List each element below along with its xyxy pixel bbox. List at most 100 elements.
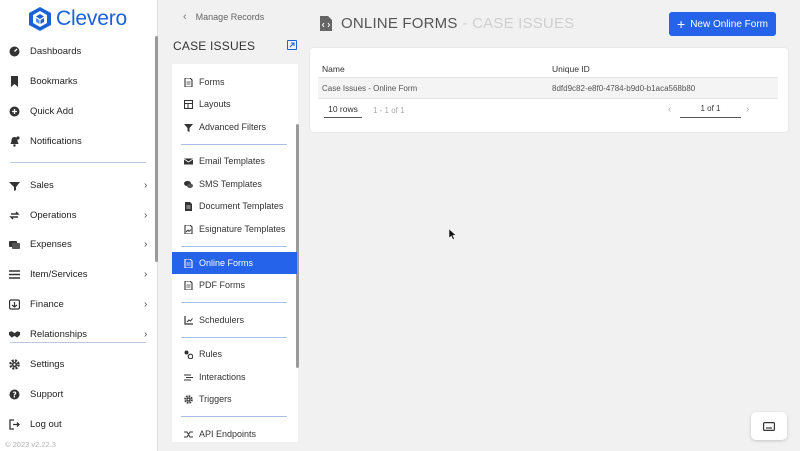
brand-logo[interactable]: Clevero — [28, 4, 127, 34]
menu-item-schedulers[interactable]: Schedulers — [172, 309, 297, 331]
shuffle-icon — [184, 431, 193, 437]
brand-name: Clevero — [56, 7, 127, 30]
nav-item-item-services[interactable]: Item/Services › — [0, 261, 156, 287]
document-icon — [184, 77, 193, 87]
menu-item-label: Triggers — [199, 394, 232, 404]
nav-item-label: Notifications — [30, 135, 82, 147]
menu-item-triggers[interactable]: Triggers — [172, 388, 297, 410]
rows-per-page-select[interactable]: 10 rows — [324, 104, 362, 118]
nav-item-label: Relationships — [30, 328, 88, 340]
menu-divider — [181, 302, 287, 303]
nav-item-logout[interactable]: Log out — [0, 411, 156, 437]
nav-item-label: Operations — [30, 209, 77, 221]
section-title: CASE ISSUES — [173, 39, 256, 53]
nav-item-relationships[interactable]: Relationships › — [0, 321, 156, 347]
cube-logo-icon — [29, 7, 51, 31]
svg-text:?: ? — [12, 390, 16, 399]
mouse-cursor-icon — [449, 229, 457, 240]
keyboard-icon — [763, 421, 775, 431]
menu-item-esignature-templates[interactable]: Esignature Templates — [172, 218, 297, 240]
menu-item-label: PDF Forms — [199, 280, 245, 290]
filter-icon — [184, 123, 193, 132]
menu-item-advanced-filters[interactable]: Advanced Filters — [172, 116, 297, 138]
page-subtitle-text: - CASE ISSUES — [462, 15, 575, 32]
nav-divider — [10, 342, 146, 343]
column-header-unique-id[interactable]: Unique ID — [552, 64, 590, 74]
menu-item-api-endpoints[interactable]: API Endpoints — [172, 423, 297, 445]
keyboard-shortcuts-button[interactable] — [751, 412, 787, 440]
nav-item-quick-add[interactable]: Quick Add — [0, 98, 156, 124]
nav-item-label: Support — [30, 388, 64, 400]
menu-item-sms-templates[interactable]: SMS Templates — [172, 173, 297, 195]
chevron-right-icon: › — [144, 298, 148, 310]
menu-item-label: Esignature Templates — [199, 224, 286, 234]
handshake-icon — [9, 329, 20, 340]
sales-icon — [9, 180, 20, 191]
menu-divider — [181, 246, 287, 247]
nav-item-dashboards[interactable]: Dashboards — [0, 38, 156, 64]
document-icon — [185, 201, 192, 211]
menu-item-online-forms[interactable]: Online Forms — [172, 252, 297, 274]
help-icon: ? — [9, 389, 20, 400]
menu-item-pdf-forms[interactable]: PDF Forms — [172, 274, 297, 296]
finance-icon — [9, 298, 20, 310]
nav-item-operations[interactable]: Operations › — [0, 202, 156, 228]
gear-icon — [184, 394, 193, 404]
menu-item-document-templates[interactable]: Document Templates — [172, 195, 297, 217]
list-icon — [9, 269, 20, 280]
nav-item-sales[interactable]: Sales › — [0, 172, 156, 198]
open-external-icon[interactable] — [287, 40, 297, 50]
menu-item-label: Rules — [199, 349, 223, 359]
chat-icon — [184, 180, 193, 188]
chevron-right-icon: › — [144, 328, 148, 340]
menu-divider — [181, 337, 287, 338]
nav-item-bookmarks[interactable]: Bookmarks — [0, 68, 156, 94]
menu-item-email-templates[interactable]: Email Templates — [172, 150, 297, 172]
pagination-range: 1 - 1 of 1 — [373, 106, 405, 115]
nav-divider — [10, 162, 146, 163]
nav-item-settings[interactable]: Settings — [0, 351, 156, 377]
next-page-icon[interactable]: › — [746, 104, 749, 115]
menu-item-forms[interactable]: Forms — [172, 71, 297, 93]
menu-item-layouts[interactable]: Layouts — [172, 93, 297, 115]
new-online-form-button[interactable]: + New Online Form — [669, 12, 776, 36]
menu-item-label: Online Forms — [199, 258, 254, 268]
logout-icon — [9, 418, 20, 430]
prev-page-icon[interactable]: ‹ — [668, 104, 671, 115]
nav-item-notifications[interactable]: Notifications — [0, 128, 156, 154]
breadcrumb-back-link[interactable]: ‹ Manage Records — [183, 11, 264, 23]
operations-icon — [9, 210, 20, 221]
menu-divider — [181, 416, 287, 417]
page-title-text: ONLINE FORMS — [341, 15, 458, 32]
menu-item-label: SMS Templates — [199, 179, 262, 189]
document-icon — [184, 280, 193, 290]
nav-item-label: Expenses — [30, 238, 72, 250]
menu-item-label: Interactions — [199, 372, 246, 382]
nav-item-label: Log out — [30, 418, 62, 430]
menu-item-interactions[interactable]: Interactions — [172, 366, 297, 388]
chevron-right-icon: › — [144, 238, 148, 250]
email-icon — [184, 158, 193, 164]
column-header-name[interactable]: Name — [322, 64, 345, 74]
nav-item-label: Bookmarks — [30, 75, 78, 87]
left-navigation: Clevero Dashboards Bookmarks Quick Add N… — [0, 0, 158, 451]
menu-item-label: Schedulers — [199, 315, 245, 325]
scheduler-icon — [184, 315, 193, 325]
page-indicator[interactable]: 1 of 1 — [680, 104, 741, 118]
chevron-right-icon: › — [144, 179, 148, 191]
bookmark-icon — [9, 75, 20, 87]
nav-item-support[interactable]: ? Support — [0, 381, 156, 407]
menu-item-rules[interactable]: Rules — [172, 343, 297, 365]
nav-item-finance[interactable]: Finance › — [0, 291, 156, 317]
nav-item-label: Item/Services — [30, 268, 88, 280]
menu-item-label: Document Templates — [199, 201, 284, 211]
copyright-text: © 2023 v2.22.3 — [5, 440, 56, 449]
dashboard-icon — [9, 46, 20, 57]
menu-divider — [181, 144, 287, 145]
expenses-icon — [9, 239, 20, 250]
cell-name: Case Issues - Online Form — [322, 84, 418, 93]
document-icon — [184, 258, 193, 268]
menu-item-label: API Endpoints — [199, 429, 257, 439]
nav-item-label: Settings — [30, 358, 65, 370]
nav-item-expenses[interactable]: Expenses › — [0, 231, 156, 257]
